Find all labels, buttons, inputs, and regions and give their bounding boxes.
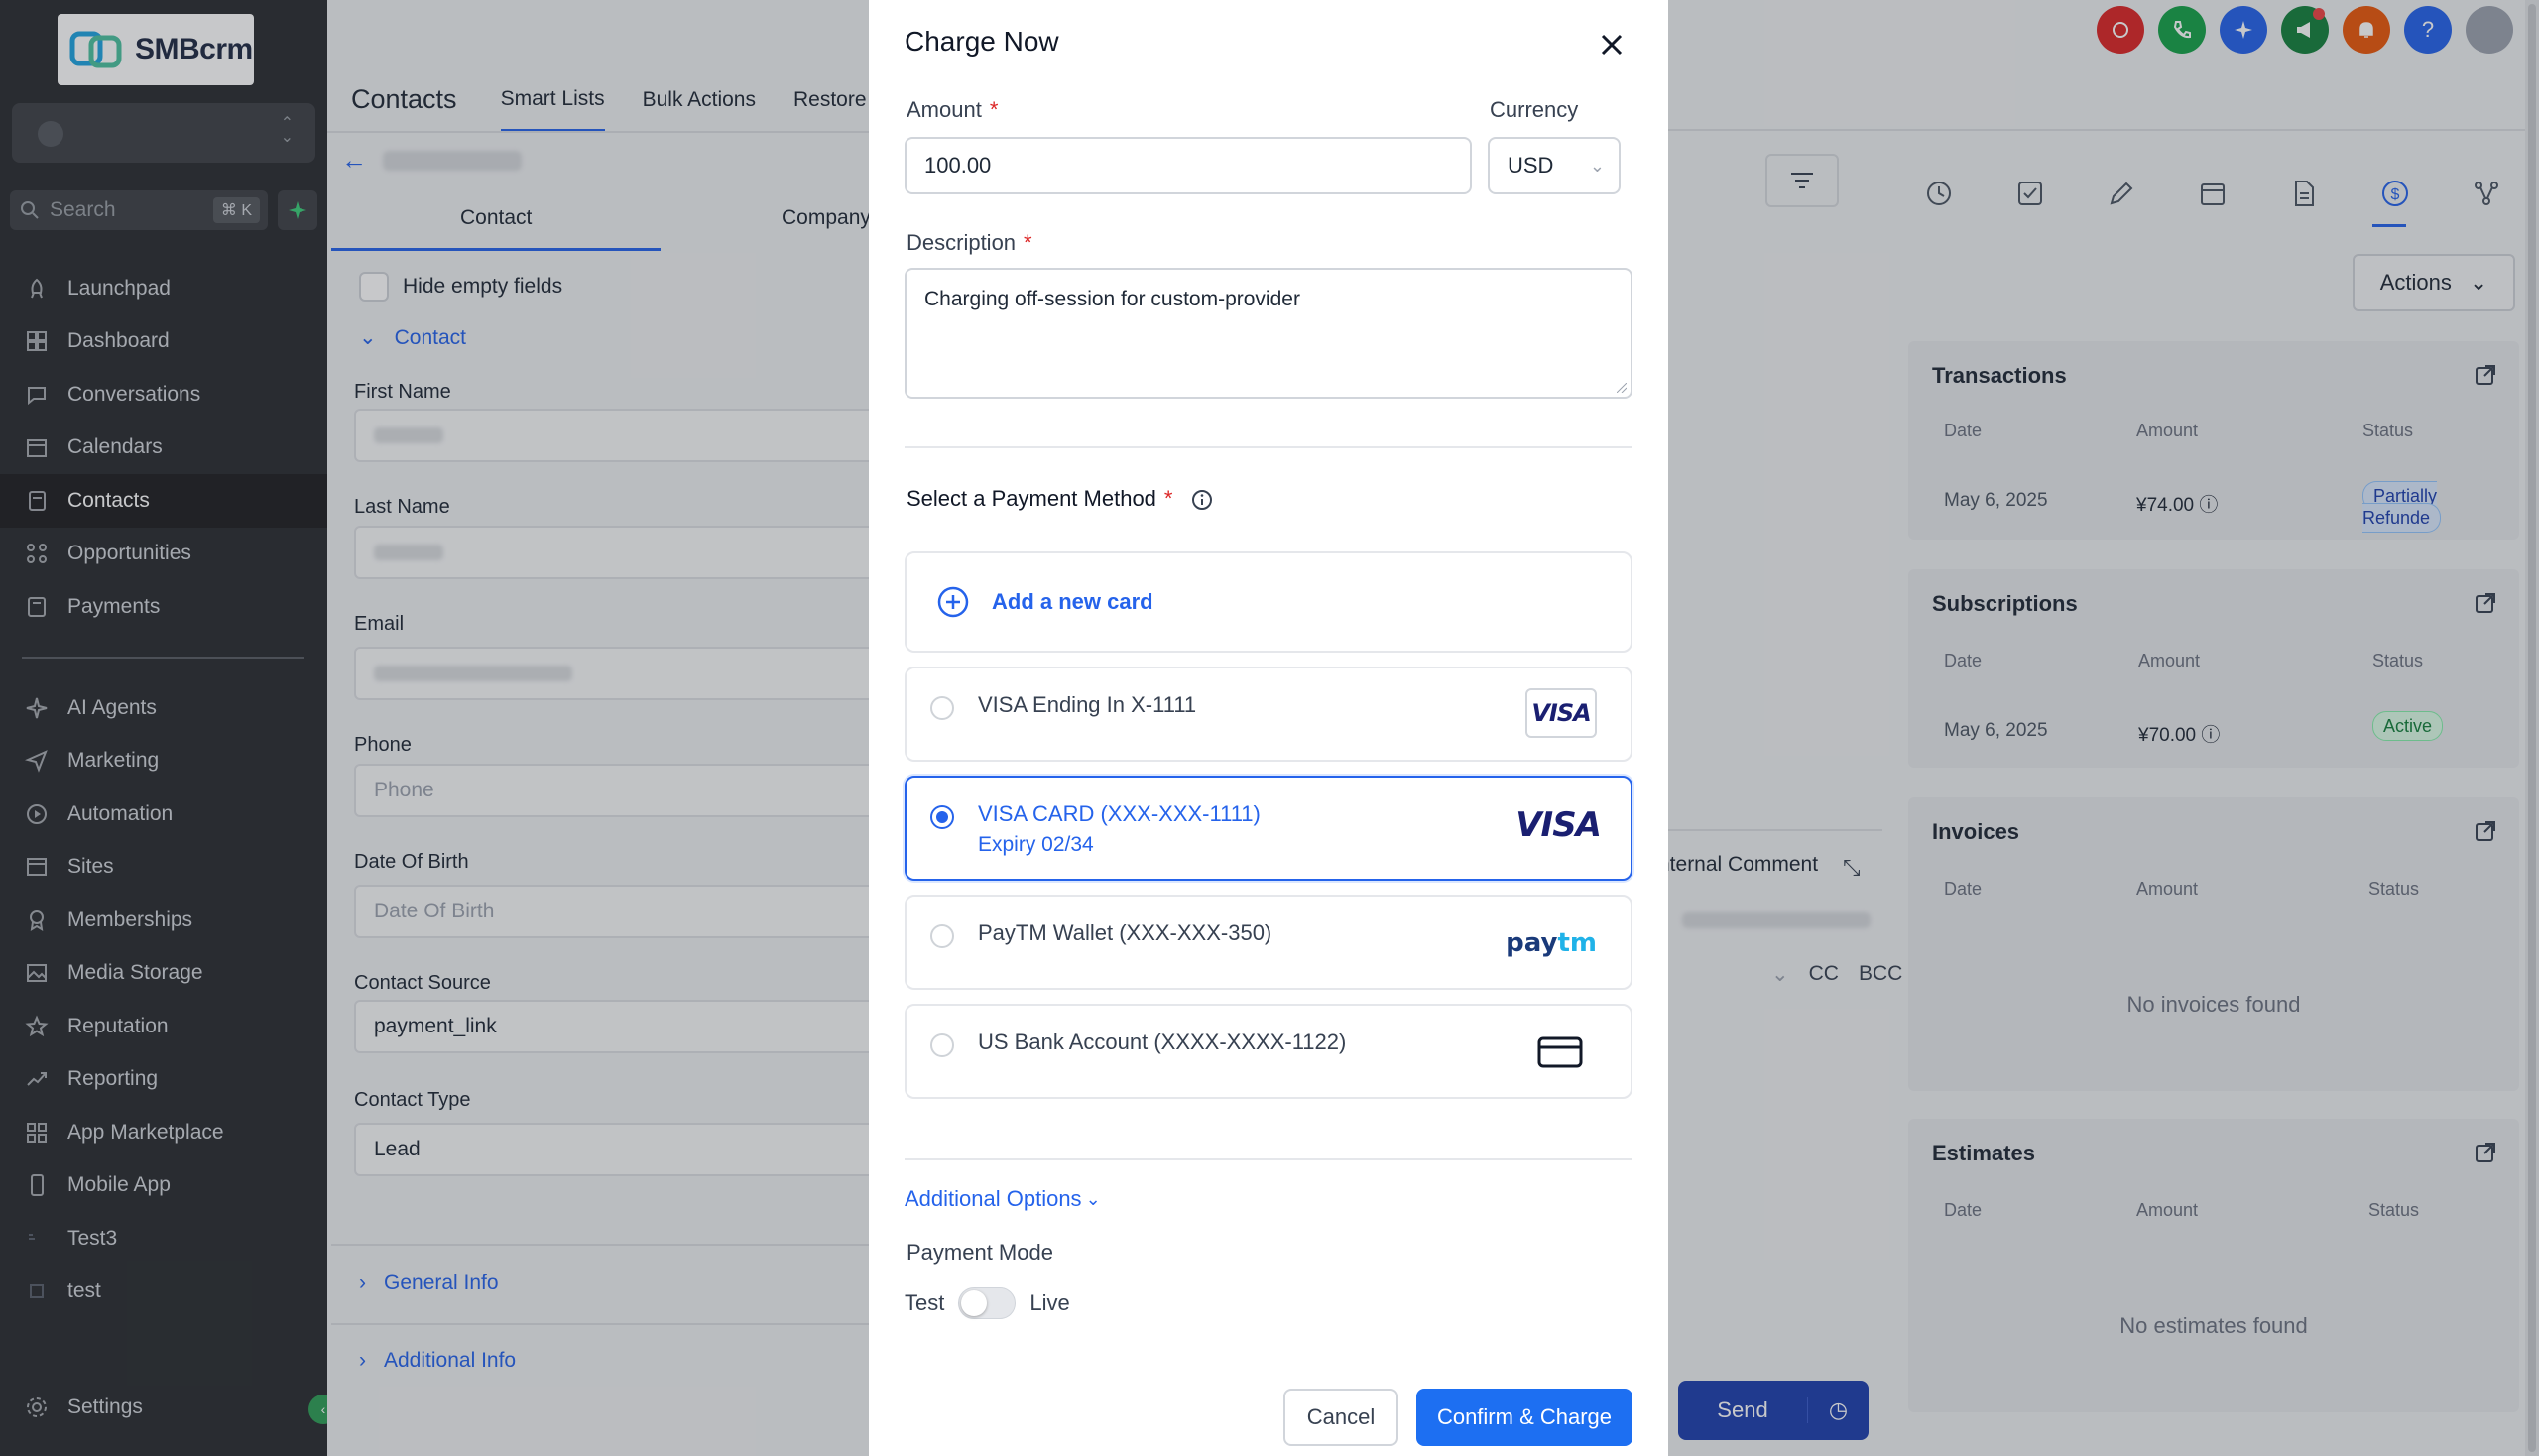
description-textarea[interactable]: Charging off-session for custom-provider bbox=[905, 268, 1632, 399]
payment-radio-selected[interactable] bbox=[930, 805, 954, 829]
amount-label: Amount * bbox=[907, 97, 998, 123]
chevron-down-icon: ⌄ bbox=[1589, 155, 1605, 176]
additional-options-toggle[interactable]: Additional Options ⌄ bbox=[905, 1186, 1101, 1212]
payment-method-expiry: Expiry 02/34 bbox=[978, 833, 1094, 856]
currency-select[interactable]: USD ⌄ bbox=[1488, 137, 1621, 194]
payment-method-label: PayTM Wallet (XXX-XXX-350) bbox=[978, 920, 1272, 945]
currency-value: USD bbox=[1508, 153, 1554, 178]
cancel-button[interactable]: Cancel bbox=[1283, 1389, 1398, 1446]
chevron-down-icon: ⌄ bbox=[1085, 1188, 1101, 1209]
visa-logo: VISA bbox=[1525, 688, 1597, 738]
payment-radio[interactable] bbox=[930, 1033, 954, 1057]
resize-handle-icon[interactable] bbox=[1617, 383, 1627, 393]
amount-label-text: Amount bbox=[907, 97, 982, 122]
card-icon bbox=[1537, 1036, 1583, 1068]
payment-method-label: VISA CARD (XXX-XXX-1111) bbox=[978, 801, 1261, 826]
description-label: Description * bbox=[907, 230, 1032, 256]
required-marker: * bbox=[989, 97, 999, 122]
payment-method-bank-account[interactable]: US Bank Account (XXXX-XXXX-1122) bbox=[905, 1004, 1632, 1099]
additional-options-label: Additional Options bbox=[905, 1186, 1082, 1211]
paytm-logo: paytm bbox=[1506, 928, 1597, 958]
payment-method-label: VISA Ending In X-1111 bbox=[978, 692, 1197, 717]
description-label-text: Description bbox=[907, 230, 1017, 255]
payment-mode-toggle[interactable] bbox=[958, 1287, 1017, 1319]
description-value: Charging off-session for custom-provider bbox=[924, 288, 1300, 310]
mode-test-label: Test bbox=[905, 1290, 945, 1315]
amount-input[interactable]: 100.00 bbox=[905, 137, 1472, 194]
info-icon[interactable] bbox=[1191, 489, 1213, 511]
payment-mode-label: Payment Mode bbox=[907, 1240, 1053, 1265]
modal-title: Charge Now bbox=[905, 26, 1059, 57]
visa-logo: VISA bbox=[1515, 805, 1602, 845]
confirm-charge-button[interactable]: Confirm & Charge bbox=[1416, 1389, 1632, 1446]
payment-method-label-text: Select a Payment Method bbox=[907, 486, 1156, 511]
plus-circle-icon bbox=[937, 586, 969, 618]
payment-method-visa-card[interactable]: VISA CARD (XXX-XXX-1111) Expiry 02/34 VI… bbox=[905, 776, 1632, 881]
currency-label: Currency bbox=[1490, 97, 1579, 122]
payment-mode-row: Test Live bbox=[905, 1287, 1070, 1319]
payment-radio[interactable] bbox=[930, 924, 954, 948]
payment-method-visa-1111[interactable]: VISA Ending In X-1111 VISA bbox=[905, 667, 1632, 762]
add-card-label: Add a new card bbox=[992, 589, 1153, 614]
payment-radio[interactable] bbox=[930, 696, 954, 720]
payment-method-label: US Bank Account (XXXX-XXXX-1122) bbox=[978, 1030, 1347, 1054]
mode-live-label: Live bbox=[1029, 1290, 1070, 1315]
divider bbox=[905, 446, 1632, 448]
required-marker: * bbox=[1163, 486, 1173, 511]
payment-method-paytm[interactable]: PayTM Wallet (XXX-XXX-350) paytm bbox=[905, 895, 1632, 990]
divider bbox=[905, 1158, 1632, 1160]
required-marker: * bbox=[1024, 230, 1032, 255]
close-icon[interactable] bbox=[1597, 30, 1627, 60]
charge-now-modal: Charge Now Amount * 100.00 Currency USD ⌄… bbox=[869, 0, 1668, 1456]
add-new-card-button[interactable]: Add a new card bbox=[905, 551, 1632, 653]
payment-method-label: Select a Payment Method * bbox=[907, 486, 1213, 512]
